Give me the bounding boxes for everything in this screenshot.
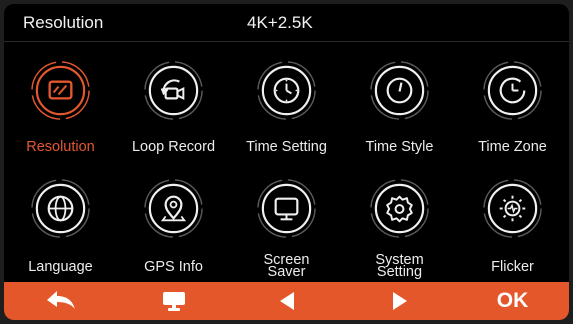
status-header: Resolution 4K+2.5K [4,4,569,42]
resolution-icon [29,59,92,122]
right-triangle-icon [392,292,407,310]
next-button[interactable] [343,282,456,320]
back-arrow-icon [46,291,75,309]
time-zone-icon [481,59,544,122]
map-pin-icon [142,177,205,240]
menu-label-line-2: Saver [267,264,306,280]
flicker-icon [481,177,544,240]
monitor-icon [255,177,318,240]
menu-item-loop-record[interactable]: Loop Record [117,42,230,160]
menu-item-system-setting[interactable]: System Setting [343,160,456,280]
back-button[interactable] [4,282,117,320]
menu-item-gps-info[interactable]: GPS Info [117,160,230,278]
menu-item-resolution[interactable]: Resolution [4,42,117,160]
left-triangle-icon [279,292,294,310]
loop-record-icon [142,59,205,122]
menu-label: Resolution [26,139,95,155]
menu-label: Time Style [365,139,434,155]
ok-label: OK [496,289,529,312]
home-screen-button[interactable] [117,282,230,320]
menu-item-time-setting[interactable]: Time Setting [230,42,343,160]
menu-label: GPS Info [144,259,203,275]
selected-setting-value: 4K+2.5K [247,13,313,32]
menu-label: Language [28,259,93,275]
home-screen-icon [162,292,185,311]
camera-screen: Resolution 4K+2.5K Resolution Loop Recor… [4,4,569,320]
ok-button[interactable]: OK [456,282,569,320]
menu-item-screen-saver[interactable]: Screen Saver [230,160,343,280]
bottom-toolbar: OK [4,282,569,320]
clock-icon [255,59,318,122]
menu-label: Loop Record [131,139,216,155]
menu-label: Time Zone [478,139,547,155]
menu-item-time-zone[interactable]: Time Zone [456,42,569,160]
selected-setting-label: Resolution [23,13,104,32]
previous-button[interactable] [230,282,343,320]
menu-label-line-2: Setting [376,264,423,280]
menu-item-language[interactable]: Language [4,160,117,278]
menu-item-flicker[interactable]: Flicker [456,160,569,278]
gear-icon [368,177,431,240]
globe-icon [29,177,92,240]
time-style-icon [368,59,431,122]
menu-label: Time Setting [246,139,327,155]
settings-grid: Resolution Loop Record Time Setting Time… [4,42,569,280]
menu-label: Flicker [491,259,534,275]
menu-item-time-style[interactable]: Time Style [343,42,456,160]
